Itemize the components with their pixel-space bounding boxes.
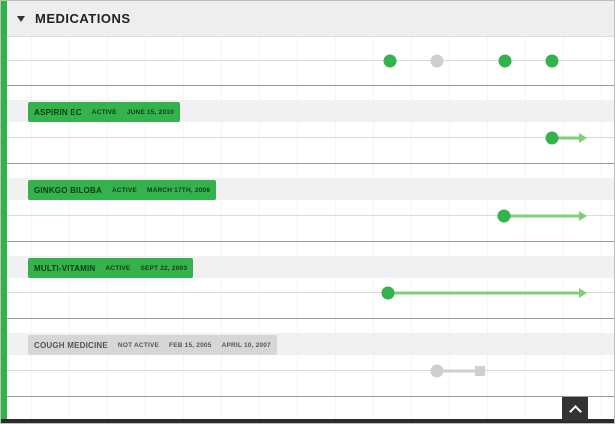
summary-marker <box>430 54 444 68</box>
timeline-start-marker <box>545 131 559 145</box>
timeline-arrow-icon <box>579 288 587 298</box>
timeline-start-marker <box>430 364 444 378</box>
scroll-to-top-button[interactable] <box>562 397 588 421</box>
timeline-arrow-icon <box>579 211 587 221</box>
timeline-layer <box>381 54 587 378</box>
summary-marker <box>383 54 397 68</box>
timeline-end-marker <box>475 366 485 376</box>
summary-marker <box>545 54 559 68</box>
chevron-up-icon <box>568 405 582 418</box>
timeline-start-marker <box>381 286 395 300</box>
timeline-start-marker <box>497 209 511 223</box>
footer-bar <box>1 419 614 423</box>
summary-marker <box>498 54 512 68</box>
medications-panel: MEDICATIONS ASPIRIN EC ACTIVE JUNE 15, 2… <box>0 0 615 424</box>
timeline-arrow-icon <box>579 133 587 143</box>
